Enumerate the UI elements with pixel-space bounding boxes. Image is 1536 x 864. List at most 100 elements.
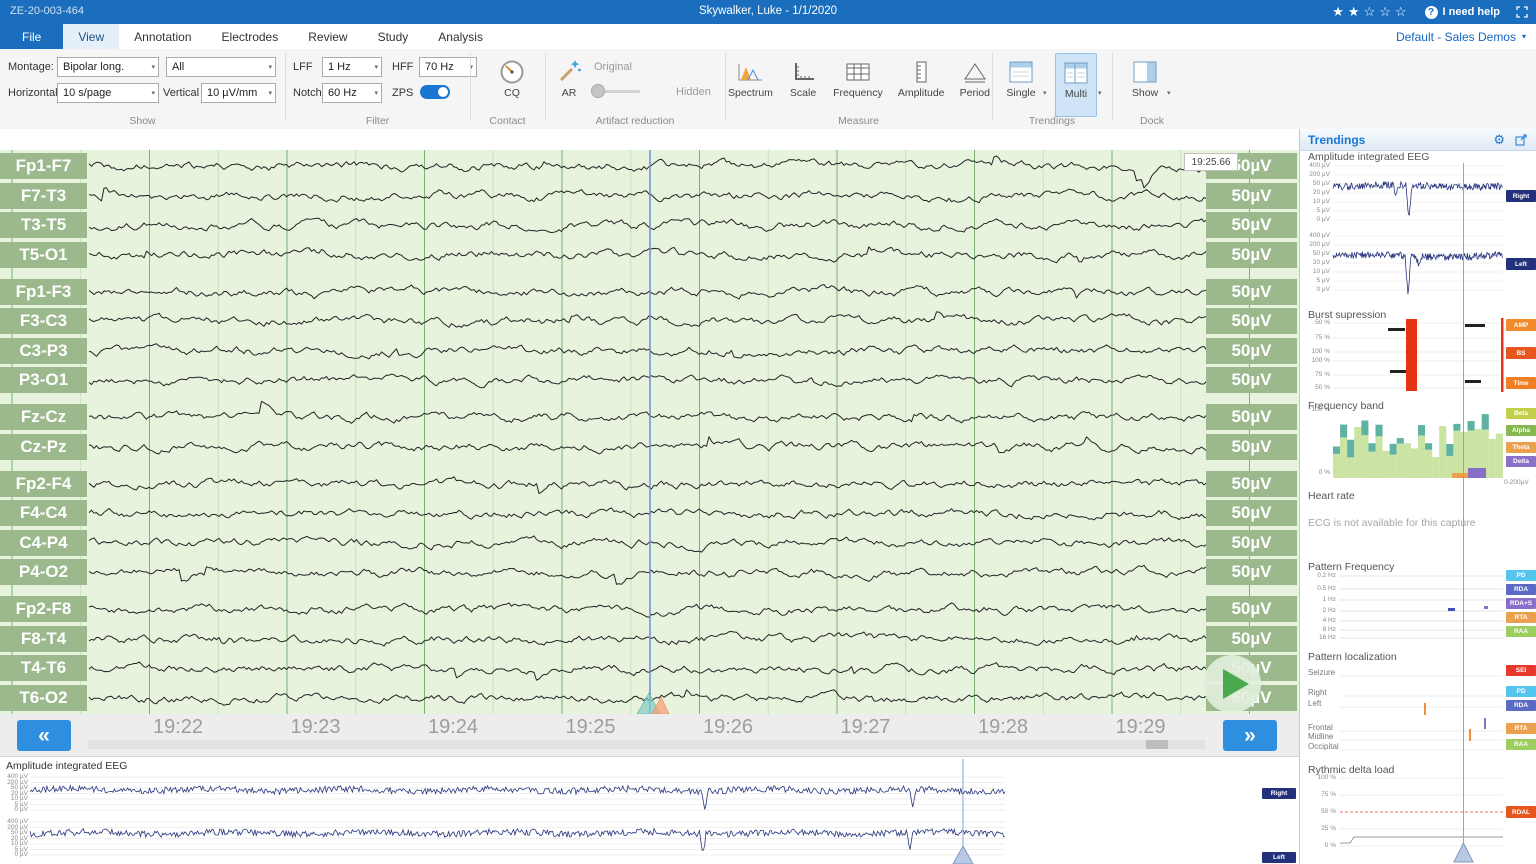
measure-label: Scale	[790, 87, 816, 99]
contact-quality-button[interactable]: CQ	[492, 55, 532, 99]
trend-ytick: 400 µV	[1300, 162, 1330, 169]
channel-label-Fp2-F4: Fp2-F4	[0, 471, 87, 497]
trend-cursor[interactable]	[1454, 163, 1473, 862]
aeeg-left-badge: Left	[1262, 852, 1296, 863]
chevron-down-icon[interactable]: ▾	[1167, 89, 1171, 97]
trend-ytick: 75 %	[1300, 791, 1336, 798]
ribbon-separator	[992, 53, 993, 121]
menu-tab-analysis[interactable]: Analysis	[423, 24, 498, 49]
star-icon-4[interactable]: ☆	[1379, 0, 1391, 24]
single-label: Single	[1006, 87, 1035, 99]
scale-label-Cz-Pz: 50µV	[1206, 434, 1297, 460]
filter-group-label: Filter	[285, 115, 470, 127]
dock-window-icon	[1132, 55, 1158, 85]
channel-label-F8-T4: F8-T4	[0, 626, 87, 652]
chevron-down-icon[interactable]: ▾	[1043, 89, 1047, 97]
measure-amplitude-button[interactable]: Amplitude	[898, 55, 945, 99]
eeg-chart[interactable]	[0, 150, 1299, 714]
time-label-19:22: 19:22	[153, 716, 203, 739]
menu-tab-electrodes[interactable]: Electrodes	[207, 24, 294, 49]
page-back-button[interactable]: «	[17, 720, 71, 751]
trend-ytick: 100 %	[1300, 357, 1330, 364]
ar-slider-knob[interactable]	[591, 84, 605, 98]
cursor-time-label: 19:25.66	[1184, 153, 1238, 171]
trend-ytick: 25 %	[1300, 825, 1336, 832]
star-icon-1[interactable]: ★	[1332, 0, 1344, 24]
loc-row-frontal: Frontal	[1308, 723, 1333, 732]
hff-select[interactable]: 70 Hz▾	[419, 57, 477, 77]
measure-spectrum-button[interactable]: Spectrum	[728, 55, 773, 99]
horizontal-select[interactable]: 10 s/page▾	[57, 83, 159, 103]
loc-row-midline: Midline	[1308, 732, 1333, 741]
vertical-select[interactable]: 10 µV/mm▾	[201, 83, 276, 103]
trend-ytick: 1 Hz	[1300, 596, 1336, 603]
period-icon	[960, 55, 990, 85]
measure-period-button[interactable]: Period	[960, 55, 990, 99]
eeg-scrollbar-thumb[interactable]	[1146, 740, 1168, 749]
trend-ytick: 200 µV	[1300, 171, 1330, 178]
badge-theta: Theta	[1506, 442, 1536, 453]
lff-label: LFF	[293, 61, 313, 73]
trendings-multi-button[interactable]: Multi	[1055, 53, 1097, 117]
horizontal-label: Horizontal	[8, 87, 58, 99]
time-label-19:27: 19:27	[841, 716, 891, 739]
aeeg-left-ytick: 0 µV	[2, 851, 28, 858]
menu-tab-annotation[interactable]: Annotation	[119, 24, 206, 49]
scale-label-F3-C3: 50µV	[1206, 308, 1297, 334]
menu-tab-review[interactable]: Review	[293, 24, 362, 49]
menu-tab-study[interactable]: Study	[363, 24, 424, 49]
menu-tab-view[interactable]: View	[63, 24, 119, 49]
chevron-down-icon[interactable]: ▾	[1098, 89, 1102, 97]
zps-toggle[interactable]	[420, 85, 450, 99]
time-label-19:26: 19:26	[703, 716, 753, 739]
menu-tabs: FileViewAnnotationElectrodesReviewStudyA…	[0, 24, 498, 49]
aeeg-right-badge: Right	[1262, 788, 1296, 799]
measure-frequency-button[interactable]: Frequency	[833, 55, 883, 99]
play-button[interactable]	[1203, 655, 1261, 713]
eeg-cursor[interactable]	[637, 150, 669, 714]
time-label-19:25: 19:25	[566, 716, 616, 739]
trend-ytick: 50 µV	[1300, 250, 1330, 257]
eeg-scrollbar[interactable]	[88, 740, 1205, 749]
profile-selector[interactable]: Default - Sales Demos▾	[1396, 24, 1526, 49]
measure-group: Spectrum Scale Frequency Amplitude Period	[728, 55, 990, 99]
time-label-19:28: 19:28	[978, 716, 1028, 739]
time-label-19:23: 19:23	[291, 716, 341, 739]
menu-tab-file[interactable]: File	[0, 24, 63, 49]
artifact-reduction-button[interactable]: AR	[551, 55, 587, 99]
channel-label-F7-T3: F7-T3	[0, 183, 87, 209]
measure-label: Amplitude	[898, 87, 945, 99]
notch-select[interactable]: 60 Hz▾	[322, 83, 382, 103]
montage-filter-select[interactable]: All▾	[166, 57, 276, 77]
menu-bar: FileViewAnnotationElectrodesReviewStudyA…	[0, 24, 1536, 50]
expand-icon[interactable]	[1516, 6, 1528, 18]
ribbon-separator	[545, 53, 546, 121]
montage-filter-value: All	[172, 61, 184, 73]
popout-icon[interactable]	[1515, 134, 1527, 146]
single-trend-icon	[1008, 55, 1034, 85]
badge-bs: BS	[1506, 347, 1536, 359]
help-icon[interactable]: ?	[1425, 6, 1438, 19]
chevron-down-icon: ▾	[374, 89, 378, 97]
settings-gear-icon[interactable]: ⚙	[1493, 132, 1505, 148]
dock-show-button[interactable]: Show	[1124, 55, 1166, 99]
measure-scale-button[interactable]: Scale	[788, 55, 818, 99]
star-icon-2[interactable]: ★	[1348, 0, 1360, 24]
show-group-label: Show	[0, 115, 285, 127]
measure-label: Spectrum	[728, 87, 773, 99]
channel-label-Fz-Cz: Fz-Cz	[0, 404, 87, 430]
montage-select[interactable]: Bipolar long.▾	[57, 57, 159, 77]
help-group[interactable]: ? I need help	[1425, 6, 1500, 19]
star-rating[interactable]: ★★☆☆☆	[1332, 0, 1406, 24]
star-icon-5[interactable]: ☆	[1395, 0, 1407, 24]
page-forward-button[interactable]: »	[1223, 720, 1277, 751]
channel-label-F3-C3: F3-C3	[0, 308, 87, 334]
trend-ytick: 0 µV	[1300, 216, 1330, 223]
channel-label-T6-O2: T6-O2	[0, 685, 87, 711]
star-icon-3[interactable]: ☆	[1364, 0, 1376, 24]
trendings-single-button[interactable]: Single	[1000, 55, 1042, 99]
hidden-label: Hidden	[676, 86, 711, 98]
badge-delta: Delta	[1506, 456, 1536, 467]
lff-select[interactable]: 1 Hz▾	[322, 57, 382, 77]
trend-ytick: 400 µV	[1300, 232, 1330, 239]
